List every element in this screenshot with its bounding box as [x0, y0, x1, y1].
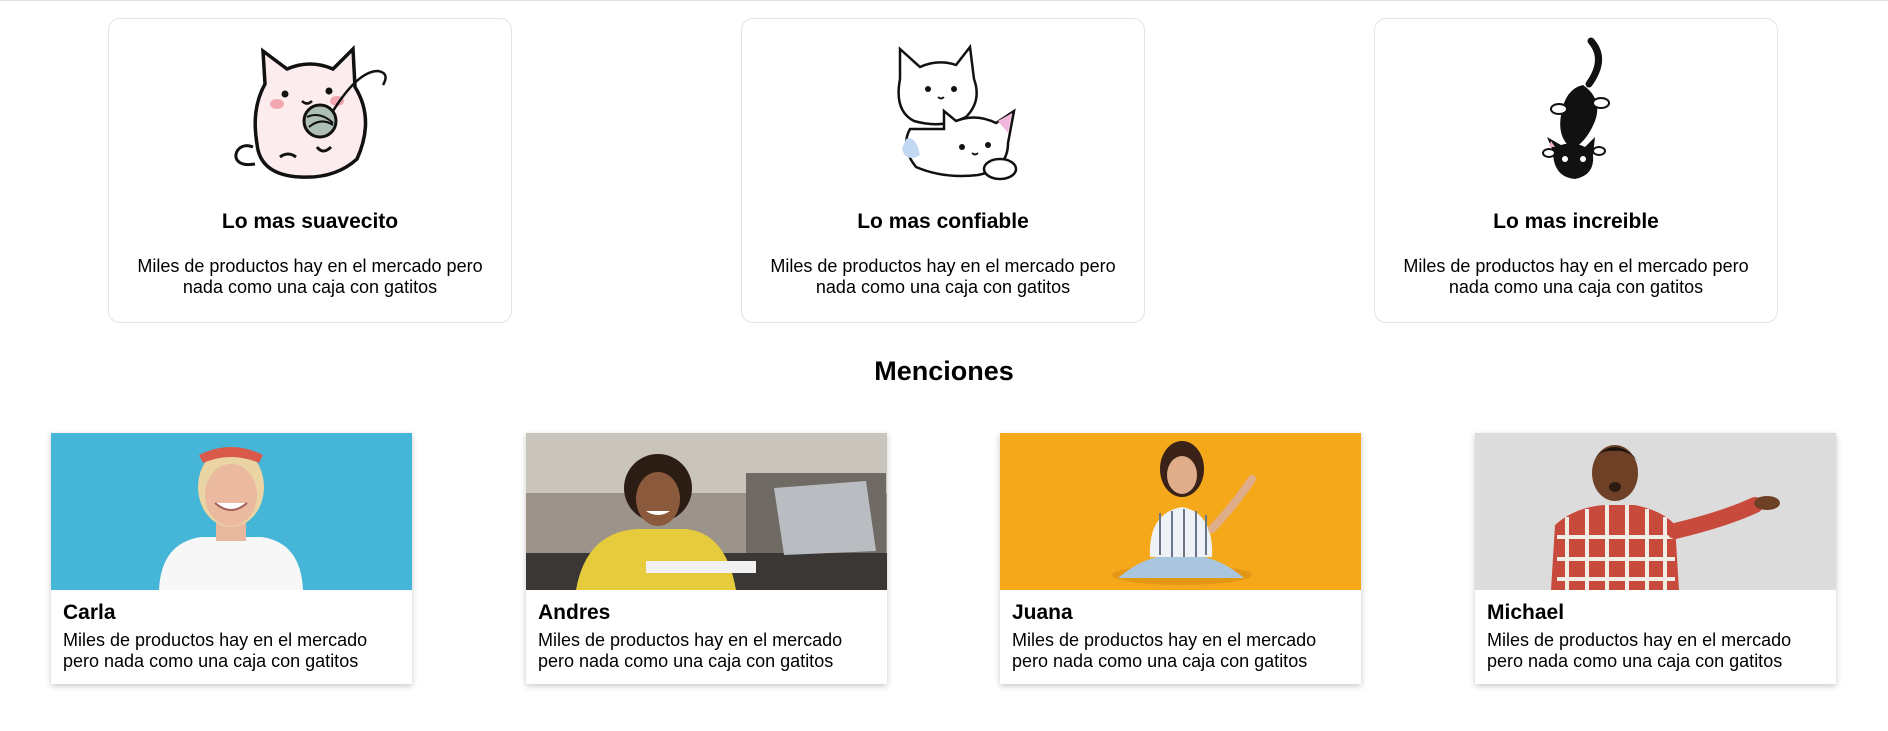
- feature-description: Miles de productos hay en el mercado per…: [137, 256, 483, 297]
- person-description: Miles de productos hay en el mercado per…: [1487, 630, 1792, 671]
- person-name: Carla: [63, 601, 116, 624]
- two-kittens-icon: [742, 29, 1144, 189]
- feature-card-suavecito: Lo mas suavecito Miles de productos hay …: [108, 18, 512, 323]
- top-divider: [0, 0, 1888, 1]
- person-description: Miles de productos hay en el mercado per…: [538, 630, 843, 671]
- mentions-heading: Menciones: [874, 356, 1014, 386]
- mention-card-juana: Juana Miles de productos hay en el merca…: [1000, 433, 1361, 684]
- mention-card-andres: Andres Miles de productos hay en el merc…: [526, 433, 887, 684]
- person-name: Juana: [1012, 601, 1073, 624]
- feature-title: Lo mas suavecito: [221, 210, 399, 233]
- feature-title: Lo mas increible: [1493, 210, 1659, 233]
- feature-title: Lo mas confiable: [857, 210, 1029, 233]
- person-description: Miles de productos hay en el mercado per…: [63, 630, 368, 671]
- feature-card-confiable: Lo mas confiable Miles de productos hay …: [741, 18, 1145, 323]
- black-cat-icon: [1375, 29, 1777, 189]
- feature-description: Miles de productos hay en el mercado per…: [770, 256, 1116, 297]
- person-photo: [1000, 433, 1361, 590]
- mention-card-carla: Carla Miles de productos hay en el merca…: [51, 433, 412, 684]
- person-photo: [526, 433, 887, 590]
- person-photo: [51, 433, 412, 590]
- person-photo: [1475, 433, 1836, 590]
- person-description: Miles de productos hay en el mercado per…: [1012, 630, 1317, 671]
- feature-description: Miles de productos hay en el mercado per…: [1403, 256, 1749, 297]
- mention-card-michael: Michael Miles de productos hay en el mer…: [1475, 433, 1836, 684]
- feature-card-increible: Lo mas increible Miles de productos hay …: [1374, 18, 1778, 323]
- person-name: Michael: [1487, 601, 1565, 624]
- person-name: Andres: [538, 601, 611, 624]
- cat-with-yarn-icon: [109, 29, 511, 189]
